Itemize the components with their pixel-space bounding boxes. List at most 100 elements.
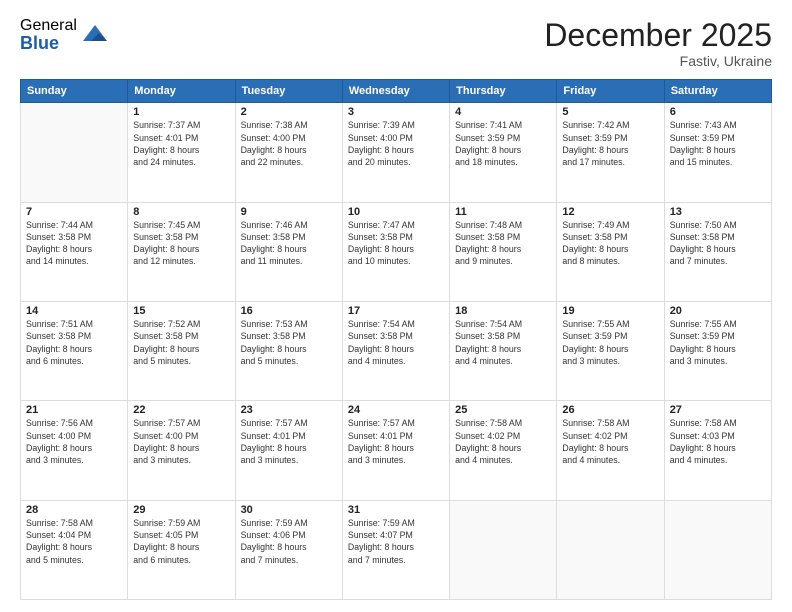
col-sunday: Sunday (21, 80, 128, 103)
day-info: Sunrise: 7:41 AM Sunset: 3:59 PM Dayligh… (455, 119, 551, 168)
day-info: Sunrise: 7:50 AM Sunset: 3:58 PM Dayligh… (670, 219, 766, 268)
calendar-week-row: 28Sunrise: 7:58 AM Sunset: 4:04 PM Dayli… (21, 500, 772, 599)
day-info: Sunrise: 7:56 AM Sunset: 4:00 PM Dayligh… (26, 417, 122, 466)
day-number: 25 (455, 404, 551, 416)
day-number: 7 (26, 206, 122, 218)
day-number: 11 (455, 206, 551, 218)
day-number: 20 (670, 305, 766, 317)
calendar-week-row: 7Sunrise: 7:44 AM Sunset: 3:58 PM Daylig… (21, 202, 772, 301)
table-row: 27Sunrise: 7:58 AM Sunset: 4:03 PM Dayli… (664, 401, 771, 500)
col-tuesday: Tuesday (235, 80, 342, 103)
subtitle: Fastiv, Ukraine (544, 53, 772, 69)
col-monday: Monday (128, 80, 235, 103)
day-info: Sunrise: 7:42 AM Sunset: 3:59 PM Dayligh… (562, 119, 658, 168)
day-info: Sunrise: 7:45 AM Sunset: 3:58 PM Dayligh… (133, 219, 229, 268)
day-info: Sunrise: 7:59 AM Sunset: 4:07 PM Dayligh… (348, 517, 444, 566)
day-number: 29 (133, 504, 229, 516)
logo-blue: Blue (20, 34, 77, 52)
day-number: 12 (562, 206, 658, 218)
day-number: 23 (241, 404, 337, 416)
day-info: Sunrise: 7:38 AM Sunset: 4:00 PM Dayligh… (241, 119, 337, 168)
table-row (450, 500, 557, 599)
day-info: Sunrise: 7:55 AM Sunset: 3:59 PM Dayligh… (670, 318, 766, 367)
day-number: 16 (241, 305, 337, 317)
table-row: 7Sunrise: 7:44 AM Sunset: 3:58 PM Daylig… (21, 202, 128, 301)
table-row: 19Sunrise: 7:55 AM Sunset: 3:59 PM Dayli… (557, 301, 664, 400)
day-number: 13 (670, 206, 766, 218)
table-row: 29Sunrise: 7:59 AM Sunset: 4:05 PM Dayli… (128, 500, 235, 599)
table-row: 17Sunrise: 7:54 AM Sunset: 3:58 PM Dayli… (342, 301, 449, 400)
table-row: 16Sunrise: 7:53 AM Sunset: 3:58 PM Dayli… (235, 301, 342, 400)
calendar-table: Sunday Monday Tuesday Wednesday Thursday… (20, 79, 772, 600)
day-number: 22 (133, 404, 229, 416)
day-number: 31 (348, 504, 444, 516)
day-info: Sunrise: 7:59 AM Sunset: 4:06 PM Dayligh… (241, 517, 337, 566)
logo-icon (81, 21, 109, 49)
calendar-header-row: Sunday Monday Tuesday Wednesday Thursday… (21, 80, 772, 103)
day-info: Sunrise: 7:53 AM Sunset: 3:58 PM Dayligh… (241, 318, 337, 367)
logo-text: General Blue (20, 18, 77, 52)
day-info: Sunrise: 7:44 AM Sunset: 3:58 PM Dayligh… (26, 219, 122, 268)
day-number: 10 (348, 206, 444, 218)
table-row: 9Sunrise: 7:46 AM Sunset: 3:58 PM Daylig… (235, 202, 342, 301)
day-number: 3 (348, 106, 444, 118)
day-info: Sunrise: 7:39 AM Sunset: 4:00 PM Dayligh… (348, 119, 444, 168)
table-row: 20Sunrise: 7:55 AM Sunset: 3:59 PM Dayli… (664, 301, 771, 400)
page: General Blue December 2025 Fastiv, Ukrai… (0, 0, 792, 612)
table-row: 22Sunrise: 7:57 AM Sunset: 4:00 PM Dayli… (128, 401, 235, 500)
table-row: 18Sunrise: 7:54 AM Sunset: 3:58 PM Dayli… (450, 301, 557, 400)
table-row: 8Sunrise: 7:45 AM Sunset: 3:58 PM Daylig… (128, 202, 235, 301)
day-number: 26 (562, 404, 658, 416)
col-wednesday: Wednesday (342, 80, 449, 103)
title-block: December 2025 Fastiv, Ukraine (544, 18, 772, 69)
day-info: Sunrise: 7:46 AM Sunset: 3:58 PM Dayligh… (241, 219, 337, 268)
table-row: 23Sunrise: 7:57 AM Sunset: 4:01 PM Dayli… (235, 401, 342, 500)
day-number: 28 (26, 504, 122, 516)
day-info: Sunrise: 7:58 AM Sunset: 4:02 PM Dayligh… (562, 417, 658, 466)
day-number: 2 (241, 106, 337, 118)
day-info: Sunrise: 7:43 AM Sunset: 3:59 PM Dayligh… (670, 119, 766, 168)
header: General Blue December 2025 Fastiv, Ukrai… (20, 18, 772, 69)
day-number: 30 (241, 504, 337, 516)
table-row (21, 103, 128, 202)
logo-general: General (20, 18, 77, 34)
day-number: 14 (26, 305, 122, 317)
day-info: Sunrise: 7:58 AM Sunset: 4:04 PM Dayligh… (26, 517, 122, 566)
main-title: December 2025 (544, 18, 772, 53)
table-row: 14Sunrise: 7:51 AM Sunset: 3:58 PM Dayli… (21, 301, 128, 400)
calendar-week-row: 21Sunrise: 7:56 AM Sunset: 4:00 PM Dayli… (21, 401, 772, 500)
day-number: 4 (455, 106, 551, 118)
day-info: Sunrise: 7:54 AM Sunset: 3:58 PM Dayligh… (348, 318, 444, 367)
table-row: 30Sunrise: 7:59 AM Sunset: 4:06 PM Dayli… (235, 500, 342, 599)
day-info: Sunrise: 7:59 AM Sunset: 4:05 PM Dayligh… (133, 517, 229, 566)
col-thursday: Thursday (450, 80, 557, 103)
table-row: 2Sunrise: 7:38 AM Sunset: 4:00 PM Daylig… (235, 103, 342, 202)
day-info: Sunrise: 7:52 AM Sunset: 3:58 PM Dayligh… (133, 318, 229, 367)
col-friday: Friday (557, 80, 664, 103)
table-row (557, 500, 664, 599)
table-row: 10Sunrise: 7:47 AM Sunset: 3:58 PM Dayli… (342, 202, 449, 301)
table-row: 28Sunrise: 7:58 AM Sunset: 4:04 PM Dayli… (21, 500, 128, 599)
day-info: Sunrise: 7:57 AM Sunset: 4:01 PM Dayligh… (348, 417, 444, 466)
day-info: Sunrise: 7:37 AM Sunset: 4:01 PM Dayligh… (133, 119, 229, 168)
day-number: 1 (133, 106, 229, 118)
table-row: 5Sunrise: 7:42 AM Sunset: 3:59 PM Daylig… (557, 103, 664, 202)
day-info: Sunrise: 7:57 AM Sunset: 4:01 PM Dayligh… (241, 417, 337, 466)
day-number: 24 (348, 404, 444, 416)
day-info: Sunrise: 7:57 AM Sunset: 4:00 PM Dayligh… (133, 417, 229, 466)
table-row: 13Sunrise: 7:50 AM Sunset: 3:58 PM Dayli… (664, 202, 771, 301)
day-info: Sunrise: 7:58 AM Sunset: 4:03 PM Dayligh… (670, 417, 766, 466)
table-row: 4Sunrise: 7:41 AM Sunset: 3:59 PM Daylig… (450, 103, 557, 202)
day-info: Sunrise: 7:51 AM Sunset: 3:58 PM Dayligh… (26, 318, 122, 367)
day-number: 19 (562, 305, 658, 317)
day-number: 15 (133, 305, 229, 317)
day-info: Sunrise: 7:58 AM Sunset: 4:02 PM Dayligh… (455, 417, 551, 466)
day-info: Sunrise: 7:54 AM Sunset: 3:58 PM Dayligh… (455, 318, 551, 367)
table-row: 25Sunrise: 7:58 AM Sunset: 4:02 PM Dayli… (450, 401, 557, 500)
day-number: 27 (670, 404, 766, 416)
table-row: 12Sunrise: 7:49 AM Sunset: 3:58 PM Dayli… (557, 202, 664, 301)
table-row: 21Sunrise: 7:56 AM Sunset: 4:00 PM Dayli… (21, 401, 128, 500)
day-info: Sunrise: 7:47 AM Sunset: 3:58 PM Dayligh… (348, 219, 444, 268)
table-row: 6Sunrise: 7:43 AM Sunset: 3:59 PM Daylig… (664, 103, 771, 202)
day-number: 17 (348, 305, 444, 317)
